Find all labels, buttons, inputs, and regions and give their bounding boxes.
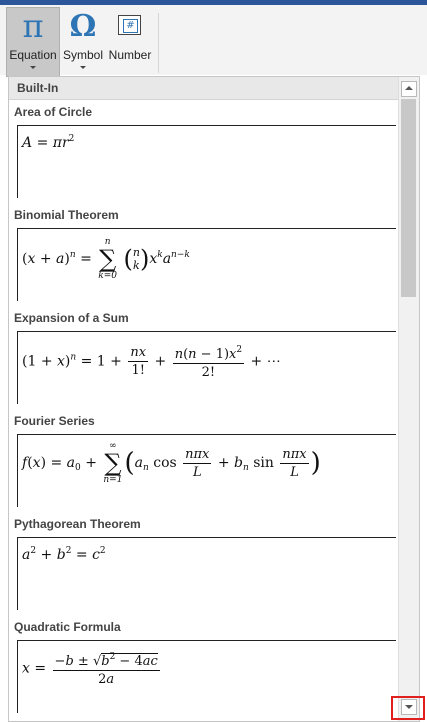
equation-item-pythagorean-theorem[interactable]: a2 + b2 = c2 [17,537,396,610]
chevron-down-icon [30,66,36,69]
omega-icon: Ω [69,9,97,44]
highlight-box [391,696,425,720]
equation-label: Equation [9,48,57,62]
equation-item-quadratic-formula[interactable]: x = −b ± √b2 − 4ac 2a [17,640,396,713]
ribbon-symbols-group: π Equation Ω Symbol # Number [0,5,427,77]
entry-title-area-of-circle: Area of Circle [14,105,93,119]
number-label: Number [108,48,152,62]
entry-title-quadratic-formula: Quadratic Formula [14,620,121,634]
equation-item-fourier-series[interactable]: f(x) = a0 + ∞ ∑ n=1 (an cos nπx L + bn sin n… [17,434,396,507]
symbol-button[interactable]: Ω Symbol [62,8,104,74]
equation-fourier-series: f(x) = a0 + ∞ ∑ n=1 (an cos nπx L + bn sin n… [22,441,321,485]
number-icon: # [118,15,141,35]
entry-title-fourier-series: Fourier Series [14,414,95,428]
equation-expansion-of-a-sum: (1 + x)n = 1 + nx 1! + n(n − 1)x2 2! + ⋯ [22,342,281,381]
equation-quadratic-formula: x = −b ± √b2 − 4ac 2a [22,649,162,688]
equation-binomial-theorem: (x + a)n = n ∑ k=0 (n k)xkan−k [22,237,190,281]
scroll-up-arrow-icon[interactable] [401,81,417,97]
equation-area-of-circle: A = πr2 [22,134,75,151]
hash-icon: # [123,19,138,33]
equation-pythagorean-theorem: a2 + b2 = c2 [22,546,106,563]
equation-button[interactable]: π Equation [6,7,60,77]
entry-title-pythagorean-theorem: Pythagorean Theorem [14,517,141,531]
equation-gallery: Built-In Area of Circle A = πr2 Binomial… [8,76,420,722]
section-header-label: Built-In [17,81,59,95]
entry-title-binomial-theorem: Binomial Theorem [14,208,119,222]
entry-title-expansion-of-a-sum: Expansion of a Sum [14,311,129,325]
pi-icon: π [22,7,44,45]
symbol-label: Symbol [62,48,103,62]
number-button[interactable]: # Number [106,8,154,74]
gallery-section-header: Built-In [9,77,399,100]
ribbon-divider [158,13,159,73]
equation-item-binomial-theorem[interactable]: (x + a)n = n ∑ k=0 (n k)xkan−k [17,228,396,301]
equation-item-expansion-of-a-sum[interactable]: (1 + x)n = 1 + nx 1! + n(n − 1)x2 2! + ⋯ [17,331,396,404]
chevron-down-icon [80,66,86,69]
gallery-scrollbar[interactable] [398,77,419,721]
equation-item-area-of-circle[interactable]: A = πr2 [17,125,396,198]
scrollbar-thumb[interactable] [401,99,416,297]
